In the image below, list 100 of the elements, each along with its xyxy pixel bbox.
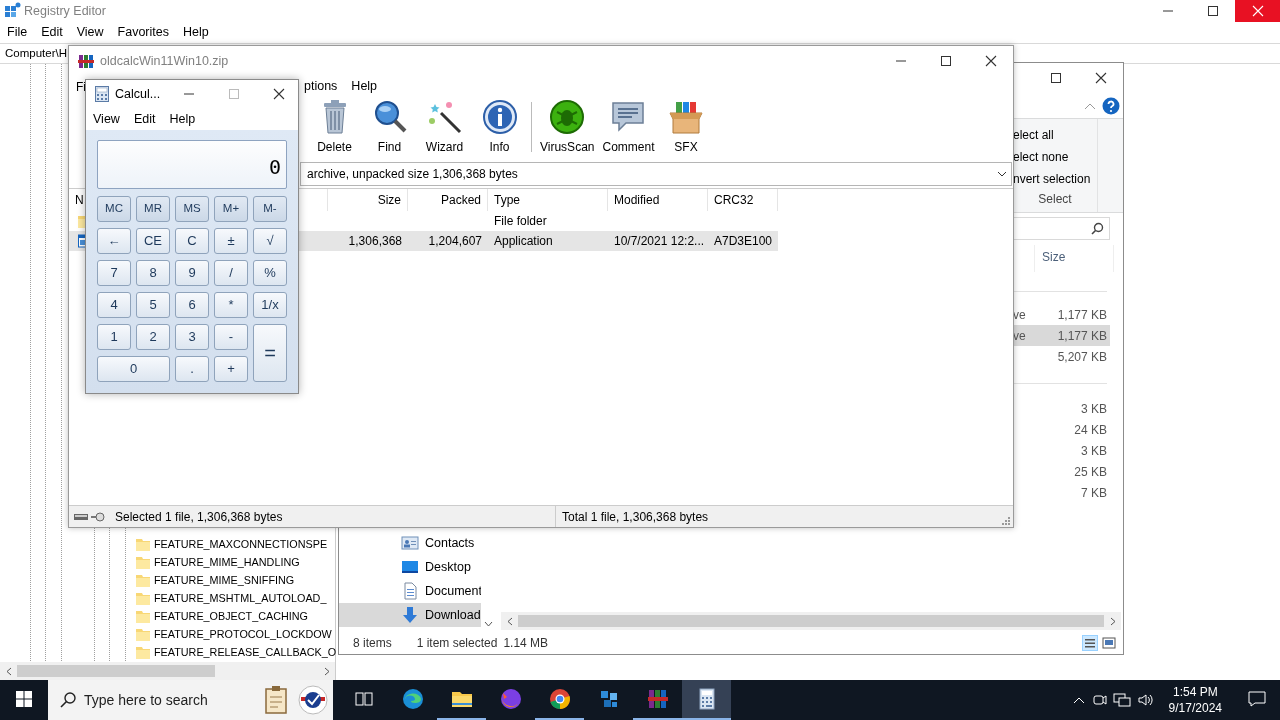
calculator-key[interactable]: % (253, 260, 287, 286)
calculator-key[interactable]: CE (136, 228, 170, 254)
menu-item[interactable]: ptions (297, 77, 345, 96)
tree-item[interactable]: FEATURE_MAXCONNECTIONSPE (154, 535, 328, 553)
file-row[interactable]: ve 1,177 KB (1013, 325, 1110, 346)
menu-item[interactable]: Help (176, 23, 216, 42)
scroll-right-icon[interactable] (1109, 616, 1116, 626)
toolbar-button[interactable]: Delete (307, 99, 362, 156)
calculator-key[interactable]: ← (97, 228, 131, 254)
file-row[interactable]: 3 KB (1013, 440, 1110, 461)
toolbar-button[interactable]: Wizard (417, 99, 472, 156)
calculator-key[interactable]: MC (97, 196, 131, 222)
file-row[interactable]: 24 KB (1013, 419, 1110, 440)
calculator-key[interactable]: 4 (97, 292, 131, 318)
file-row[interactable]: 3 KB (1013, 398, 1110, 419)
scrollbar-thumb[interactable] (17, 665, 215, 677)
file-row[interactable]: 25 KB (1013, 461, 1110, 482)
calculator-key[interactable]: 3 (175, 324, 209, 350)
menu-item[interactable]: File (0, 23, 35, 42)
tree-item[interactable]: FEATURE_PROTOCOL_LOCKDOW (154, 625, 332, 643)
column-header[interactable]: N (75, 193, 84, 207)
column-header[interactable]: CRC32 (708, 189, 778, 211)
file-row[interactable]: 7 KB (1013, 482, 1110, 503)
speaker-icon[interactable] (1136, 692, 1155, 708)
menu-item[interactable]: View (86, 109, 127, 129)
menu-item[interactable]: Edit (34, 23, 70, 42)
tree-item[interactable]: FEATURE_MSHTML_AUTOLOAD_ (154, 589, 327, 607)
calculator-key[interactable]: ± (214, 228, 248, 254)
menu-item[interactable]: Help (162, 109, 203, 129)
menu-item[interactable]: Edit (126, 109, 163, 129)
search-icon (60, 692, 76, 708)
calculator-key[interactable]: MR (136, 196, 170, 222)
taskbar-app[interactable] (682, 680, 731, 720)
calculator-key[interactable]: 0 (97, 356, 170, 382)
nav-item[interactable]: Desktop (339, 555, 481, 580)
file-row[interactable]: 5,207 KB (1013, 346, 1110, 367)
calculator-key[interactable]: = (253, 324, 287, 382)
tree-item[interactable]: FEATURE_MIME_SNIFFING (154, 571, 295, 589)
ribbon-command[interactable]: elect none (1013, 146, 1097, 168)
calculator-key[interactable]: M- (253, 196, 287, 222)
meeting-icon[interactable] (1090, 692, 1107, 708)
column-header[interactable]: Size (1034, 245, 1114, 272)
menu-item[interactable]: Help (344, 77, 385, 96)
ribbon-command[interactable]: nvert selection (1013, 168, 1097, 190)
menu-item[interactable]: Favorites (110, 23, 176, 42)
toolbar-button[interactable]: Comment (598, 99, 659, 156)
calculator-key[interactable]: M+ (214, 196, 248, 222)
search-icon (1091, 222, 1104, 235)
toolbar-button[interactable]: Info (472, 99, 527, 156)
ribbon-command[interactable]: elect all (1013, 124, 1097, 146)
calculator-key[interactable]: 2 (136, 324, 170, 350)
nav-item[interactable]: Contacts (339, 531, 481, 556)
tree-item[interactable]: FEATURE_MIME_HANDLING (154, 553, 300, 571)
scrollbar-thumb[interactable] (518, 615, 1104, 628)
calculator-key[interactable]: 5 (136, 292, 170, 318)
calculator-key[interactable]: . (175, 356, 209, 382)
status-text: Selected 1 file, 1,306,368 bytes (115, 508, 284, 526)
calculator-key[interactable]: 9 (175, 260, 209, 286)
search-field[interactable]: Type here to search (84, 689, 254, 711)
file-row[interactable]: ve 1,177 KB (1013, 304, 1110, 325)
network-icon[interactable] (1112, 692, 1131, 708)
menu-item[interactable]: Fi (76, 77, 86, 96)
calculator-key[interactable]: 1/x (253, 292, 287, 318)
column-header[interactable]: Modified (608, 189, 708, 211)
column-header[interactable]: Type (488, 189, 608, 211)
resize-grip-icon (1001, 516, 1010, 525)
calculator-key[interactable]: MS (175, 196, 209, 222)
chevron-up-icon[interactable] (1072, 696, 1085, 704)
calculator-key[interactable]: 6 (175, 292, 209, 318)
calculator-key[interactable]: C (175, 228, 209, 254)
window-title: Registry Editor (24, 2, 106, 20)
search-field[interactable] (1013, 217, 1110, 240)
calculator-key[interactable]: + (214, 356, 248, 382)
details-view-icon[interactable] (1082, 634, 1098, 651)
column-header[interactable]: Size (328, 189, 408, 211)
path-dropdown[interactable]: archive, unpacked size 1,306,368 bytes (300, 162, 1012, 186)
search-box[interactable]: Type here to search (48, 680, 333, 720)
calculator-key[interactable]: 7 (97, 260, 131, 286)
calculator-key[interactable]: / (214, 260, 248, 286)
scroll-left-icon[interactable] (506, 616, 513, 626)
nav-item[interactable]: Download (339, 603, 481, 628)
task-view-icon (354, 691, 373, 707)
calculator-key[interactable]: - (214, 324, 248, 350)
tree-item[interactable]: FEATURE_RELEASE_CALLBACK_O (154, 643, 337, 661)
toolbar-button[interactable]: Find (362, 99, 417, 156)
scroll-left-icon[interactable] (5, 666, 12, 676)
help-icon[interactable] (1102, 96, 1120, 115)
calculator-key[interactable]: 8 (136, 260, 170, 286)
toolbar-button[interactable]: VirusScan (536, 99, 599, 156)
toolbar-button[interactable]: SFX (658, 99, 714, 156)
table-cell-text: 1,204,607 (427, 233, 483, 250)
scroll-right-icon[interactable] (323, 666, 330, 676)
calculator-key[interactable]: 1 (97, 324, 131, 350)
menu-item[interactable]: View (69, 23, 111, 42)
large-icons-view-icon[interactable] (1101, 634, 1117, 651)
tree-item[interactable]: FEATURE_OBJECT_CACHING (154, 607, 308, 625)
column-header[interactable]: Packed (408, 189, 488, 211)
calculator-key[interactable]: √ (253, 228, 287, 254)
scroll-down-icon[interactable] (484, 621, 493, 628)
calculator-key[interactable]: * (214, 292, 248, 318)
